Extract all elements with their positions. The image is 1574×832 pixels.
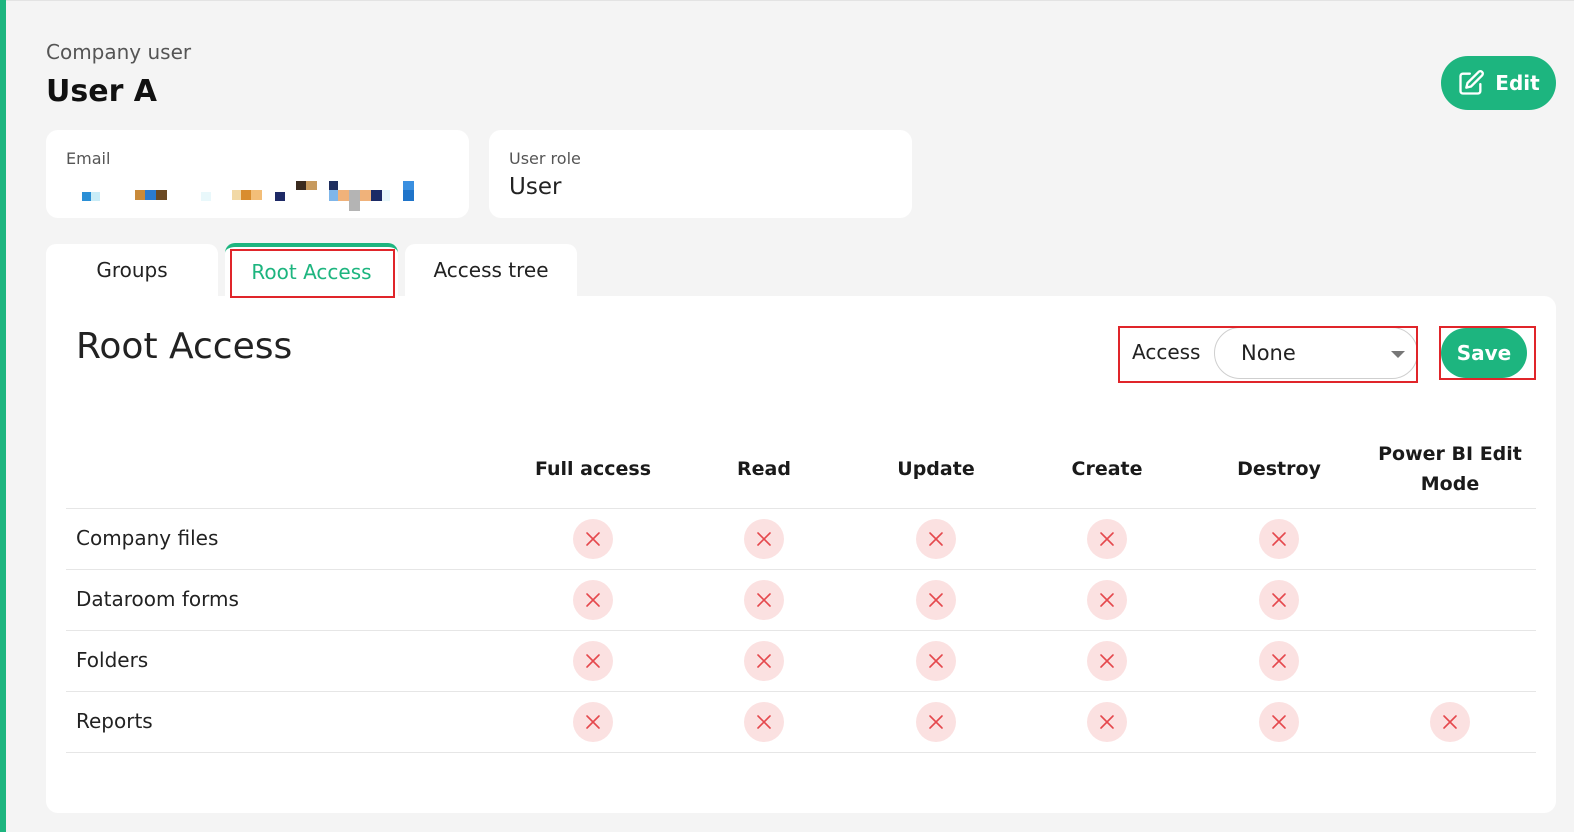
root-access-panel: Root Access Access None Save Full access… bbox=[46, 296, 1556, 813]
email-card: Email bbox=[46, 130, 469, 218]
edit-button-label: Edit bbox=[1495, 71, 1540, 95]
user-role-card: User role User bbox=[489, 130, 912, 218]
permission-denied-cell[interactable] bbox=[1087, 702, 1127, 742]
chevron-down-icon bbox=[1391, 351, 1405, 358]
permission-denied-cell[interactable] bbox=[1087, 580, 1127, 620]
access-select-value: None bbox=[1241, 341, 1296, 365]
top-divider bbox=[6, 0, 1574, 1]
save-button[interactable]: Save bbox=[1441, 328, 1527, 378]
column-header-destroy: Destroy bbox=[1237, 458, 1321, 480]
edit-button[interactable]: Edit bbox=[1441, 56, 1556, 110]
close-icon bbox=[929, 532, 943, 546]
permissions-table: Full access Read Update Create Destroy P… bbox=[66, 436, 1536, 753]
permission-denied-cell[interactable] bbox=[1259, 580, 1299, 620]
permission-denied-cell[interactable] bbox=[744, 702, 784, 742]
close-icon bbox=[757, 654, 771, 668]
tab-groups[interactable]: Groups bbox=[46, 244, 218, 296]
permission-denied-cell[interactable] bbox=[744, 641, 784, 681]
permission-denied-cell[interactable] bbox=[916, 519, 956, 559]
column-header-create: Create bbox=[1071, 458, 1143, 480]
close-icon bbox=[586, 715, 600, 729]
page-subtitle: Company user bbox=[46, 40, 192, 64]
permission-denied-cell[interactable] bbox=[573, 519, 613, 559]
table-row: Reports bbox=[66, 692, 1536, 753]
permission-denied-cell[interactable] bbox=[1087, 641, 1127, 681]
close-icon bbox=[1100, 532, 1114, 546]
close-icon bbox=[929, 593, 943, 607]
close-icon bbox=[1443, 715, 1457, 729]
permission-denied-cell[interactable] bbox=[1259, 519, 1299, 559]
permission-denied-cell[interactable] bbox=[1259, 641, 1299, 681]
table-header-row: Full access Read Update Create Destroy P… bbox=[66, 436, 1536, 509]
edit-icon bbox=[1459, 70, 1485, 95]
email-redacted-value bbox=[46, 130, 469, 218]
close-icon bbox=[1100, 715, 1114, 729]
close-icon bbox=[929, 715, 943, 729]
close-icon bbox=[757, 532, 771, 546]
table-row: Folders bbox=[66, 631, 1536, 692]
close-icon bbox=[757, 715, 771, 729]
close-icon bbox=[586, 593, 600, 607]
close-icon bbox=[586, 654, 600, 668]
panel-title: Root Access bbox=[76, 326, 293, 367]
table-row: Company files bbox=[66, 509, 1536, 570]
permission-denied-cell[interactable] bbox=[744, 519, 784, 559]
permission-denied-cell[interactable] bbox=[916, 702, 956, 742]
permission-denied-cell[interactable] bbox=[573, 580, 613, 620]
close-icon bbox=[1272, 532, 1286, 546]
permission-denied-cell[interactable] bbox=[916, 580, 956, 620]
close-icon bbox=[1100, 593, 1114, 607]
access-select[interactable]: None bbox=[1214, 327, 1418, 379]
tab-root-access[interactable]: Root Access bbox=[225, 243, 398, 297]
permission-denied-cell[interactable] bbox=[573, 641, 613, 681]
table-body: Company files Dataroom forms Folders Report… bbox=[66, 509, 1536, 753]
page-title: User A bbox=[46, 74, 158, 109]
close-icon bbox=[1272, 593, 1286, 607]
user-role-value: User bbox=[509, 174, 562, 200]
permission-denied-cell[interactable] bbox=[744, 580, 784, 620]
close-icon bbox=[757, 593, 771, 607]
close-icon bbox=[1100, 654, 1114, 668]
user-role-label: User role bbox=[509, 149, 581, 168]
row-label: Reports bbox=[76, 709, 153, 733]
permission-denied-cell[interactable] bbox=[1430, 702, 1470, 742]
tab-access-tree[interactable]: Access tree bbox=[405, 244, 577, 296]
close-icon bbox=[1272, 715, 1286, 729]
row-label: Folders bbox=[76, 648, 149, 672]
permission-denied-cell[interactable] bbox=[916, 641, 956, 681]
permission-denied-cell[interactable] bbox=[1259, 702, 1299, 742]
column-header-read: Read bbox=[737, 458, 791, 480]
left-accent-bar bbox=[0, 0, 6, 832]
column-header-update: Update bbox=[897, 458, 975, 480]
table-row: Dataroom forms bbox=[66, 570, 1536, 631]
permission-denied-cell[interactable] bbox=[573, 702, 613, 742]
row-label: Company files bbox=[76, 526, 219, 550]
column-header-power-bi-edit-mode: Power BI Edit Mode bbox=[1378, 443, 1522, 495]
close-icon bbox=[1272, 654, 1286, 668]
permission-denied-cell[interactable] bbox=[1087, 519, 1127, 559]
close-icon bbox=[929, 654, 943, 668]
access-label: Access bbox=[1132, 340, 1201, 364]
row-label: Dataroom forms bbox=[76, 587, 239, 611]
column-header-full-access: Full access bbox=[534, 458, 652, 480]
close-icon bbox=[586, 532, 600, 546]
